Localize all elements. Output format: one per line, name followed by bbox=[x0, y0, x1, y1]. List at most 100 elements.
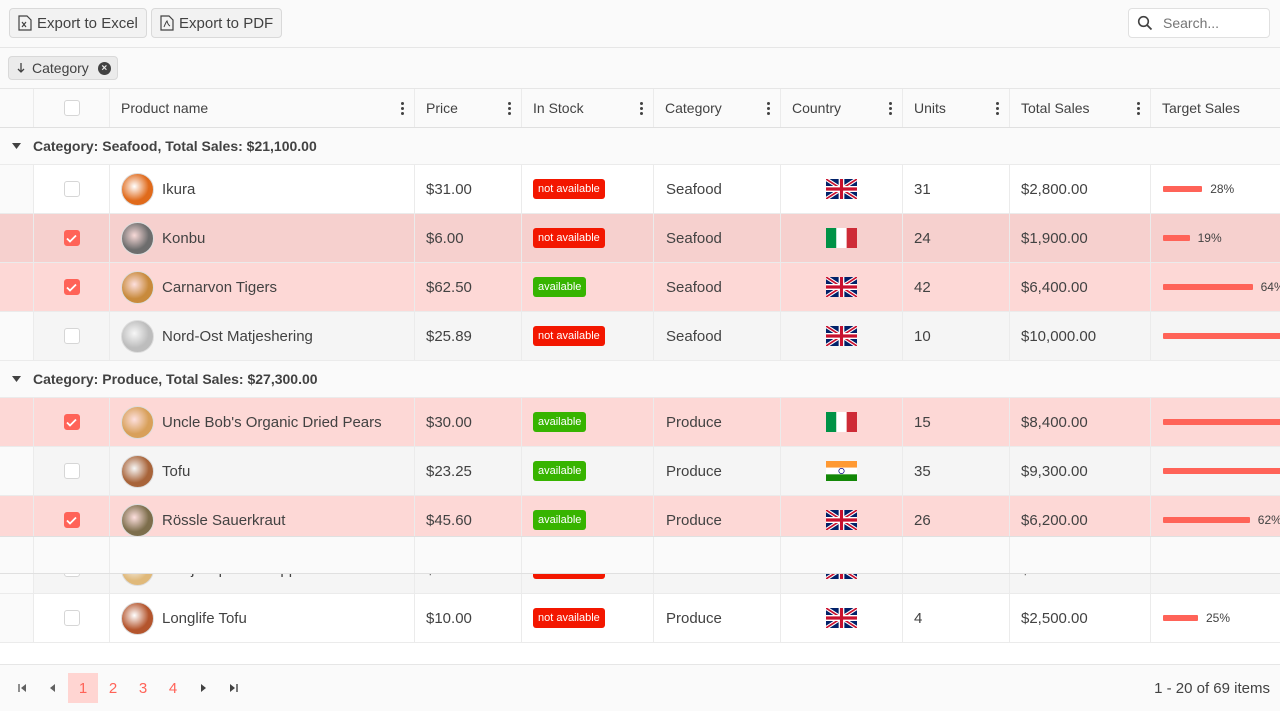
units-value: 31 bbox=[914, 180, 931, 198]
stock-badge: not available bbox=[533, 326, 605, 346]
export-pdf-button[interactable]: Export to PDF bbox=[151, 8, 283, 38]
target-sales-bar bbox=[1163, 235, 1190, 241]
price-value: $62.50 bbox=[426, 278, 472, 296]
table-row[interactable]: Carnarvon Tigers $62.50 available Seafood 42… bbox=[0, 263, 1280, 312]
row-checkbox[interactable] bbox=[63, 230, 80, 246]
column-menu-icon[interactable] bbox=[1137, 101, 1140, 115]
stock-badge: available bbox=[533, 461, 587, 481]
header-price[interactable]: Price bbox=[415, 89, 522, 127]
column-menu-icon[interactable] bbox=[996, 101, 999, 115]
target-sales-percent: 28% bbox=[1210, 182, 1235, 196]
product-name-cell: Tofu bbox=[110, 447, 415, 495]
collapse-caret-icon[interactable] bbox=[0, 376, 33, 382]
page-number-button[interactable]: 2 bbox=[98, 673, 128, 703]
group-chip-category[interactable]: Category × bbox=[8, 56, 118, 80]
product-name-cell: Ikura bbox=[110, 165, 415, 213]
page-number-button[interactable]: 1 bbox=[68, 673, 98, 703]
target-sales-percent: 25% bbox=[1206, 611, 1231, 625]
category-value: Produce bbox=[666, 413, 722, 431]
target-sales-bar bbox=[1163, 517, 1250, 523]
category-value: Seafood bbox=[666, 229, 722, 247]
header-product-name[interactable]: Product name bbox=[110, 89, 415, 127]
country-flag-icon bbox=[826, 461, 857, 481]
units-value: 26 bbox=[914, 511, 931, 529]
group-label: Category: Seafood, Total Sales: $21,100.… bbox=[33, 138, 317, 154]
select-all-checkbox[interactable] bbox=[63, 100, 80, 116]
country-flag-icon bbox=[826, 277, 857, 297]
target-sales-bar bbox=[1163, 468, 1280, 474]
country-flag-icon bbox=[826, 326, 857, 346]
collapse-caret-icon[interactable] bbox=[0, 143, 33, 149]
group-header-row: Category: Seafood, Total Sales: $21,100.… bbox=[0, 128, 1280, 165]
category-value: Seafood bbox=[666, 327, 722, 345]
header-country[interactable]: Country bbox=[781, 89, 903, 127]
header-total-sales[interactable]: Total Sales bbox=[1010, 89, 1151, 127]
product-name-cell: Nord-Ost Matjeshering bbox=[110, 312, 415, 360]
category-value: Seafood bbox=[666, 278, 722, 296]
next-page-icon[interactable] bbox=[188, 673, 218, 703]
table-row[interactable]: Ikura $31.00 not available Seafood 31 $2,800.… bbox=[0, 165, 1280, 214]
header-target-sales[interactable]: Target Sales bbox=[1151, 89, 1280, 127]
first-page-icon[interactable] bbox=[8, 673, 38, 703]
row-checkbox[interactable] bbox=[63, 181, 80, 197]
target-sales-percent: 64% bbox=[1260, 280, 1280, 294]
export-excel-button[interactable]: Export to Excel bbox=[9, 8, 147, 38]
category-value: Produce bbox=[666, 462, 722, 480]
price-value: $30.00 bbox=[426, 413, 472, 431]
table-row[interactable]: Konbu $6.00 not available Seafood 24 $1,900.0… bbox=[0, 214, 1280, 263]
stock-badge: available bbox=[533, 510, 587, 530]
total-sales-value: $10,000.00 bbox=[1021, 327, 1097, 345]
header-category[interactable]: Category bbox=[654, 89, 781, 127]
row-checkbox[interactable] bbox=[63, 463, 80, 479]
row-checkbox[interactable] bbox=[63, 610, 80, 626]
column-menu-icon[interactable] bbox=[767, 101, 770, 115]
page-number-button[interactable]: 3 bbox=[128, 673, 158, 703]
prev-page-icon[interactable] bbox=[38, 673, 68, 703]
group-panel: Category × bbox=[0, 48, 1280, 89]
table-row[interactable]: Longlife Tofu $10.00 not available Produce 4… bbox=[0, 594, 1280, 643]
search-box[interactable] bbox=[1128, 8, 1270, 38]
row-checkbox[interactable] bbox=[63, 328, 80, 344]
target-sales-bar bbox=[1163, 333, 1280, 339]
price-value: $6.00 bbox=[426, 229, 464, 247]
search-input[interactable] bbox=[1163, 15, 1263, 31]
product-thumbnail bbox=[121, 319, 154, 353]
group-label: Category: Produce, Total Sales: $27,300.… bbox=[33, 371, 318, 387]
units-value: 15 bbox=[914, 413, 931, 431]
price-value: $10.00 bbox=[426, 609, 472, 627]
row-checkbox[interactable] bbox=[63, 512, 80, 528]
total-sales-value: $9,300.00 bbox=[1021, 462, 1088, 480]
table-row[interactable]: Tofu $23.25 available Produce 35 $9,300.00 bbox=[0, 447, 1280, 496]
price-value: $23.25 bbox=[426, 462, 472, 480]
row-checkbox[interactable] bbox=[63, 414, 80, 430]
group-chip-label: Category bbox=[32, 60, 89, 76]
table-row[interactable]: Nord-Ost Matjeshering $25.89 not available… bbox=[0, 312, 1280, 361]
page-number-button[interactable]: 4 bbox=[158, 673, 188, 703]
product-thumbnail bbox=[121, 221, 154, 255]
export-pdf-label: Export to PDF bbox=[179, 14, 274, 32]
column-menu-icon[interactable] bbox=[889, 101, 892, 115]
total-sales-value: $1,900.00 bbox=[1021, 229, 1088, 247]
last-page-icon[interactable] bbox=[218, 673, 248, 703]
country-flag-icon bbox=[826, 510, 857, 530]
price-value: $31.00 bbox=[426, 180, 472, 198]
column-menu-icon[interactable] bbox=[401, 101, 404, 115]
search-icon bbox=[1137, 15, 1153, 31]
units-value: 10 bbox=[914, 327, 931, 345]
total-sales-value: $8,400.00 bbox=[1021, 413, 1088, 431]
header-in-stock[interactable]: In Stock bbox=[522, 89, 654, 127]
stock-badge: not available bbox=[533, 228, 605, 248]
table-row[interactable]: Uncle Bob's Organic Dried Pears $30.00 ava… bbox=[0, 398, 1280, 447]
column-menu-icon[interactable] bbox=[508, 101, 511, 115]
column-menu-icon[interactable] bbox=[640, 101, 643, 115]
product-thumbnail bbox=[121, 270, 154, 304]
product-thumbnail bbox=[121, 172, 154, 206]
remove-group-icon[interactable]: × bbox=[97, 61, 111, 75]
header-units[interactable]: Units bbox=[903, 89, 1010, 127]
excel-file-icon bbox=[18, 15, 32, 31]
row-checkbox[interactable] bbox=[63, 279, 80, 295]
stock-badge: available bbox=[533, 277, 587, 297]
price-value: $45.60 bbox=[426, 511, 472, 529]
target-sales-bar bbox=[1163, 615, 1198, 621]
stock-badge: not available bbox=[533, 179, 605, 199]
